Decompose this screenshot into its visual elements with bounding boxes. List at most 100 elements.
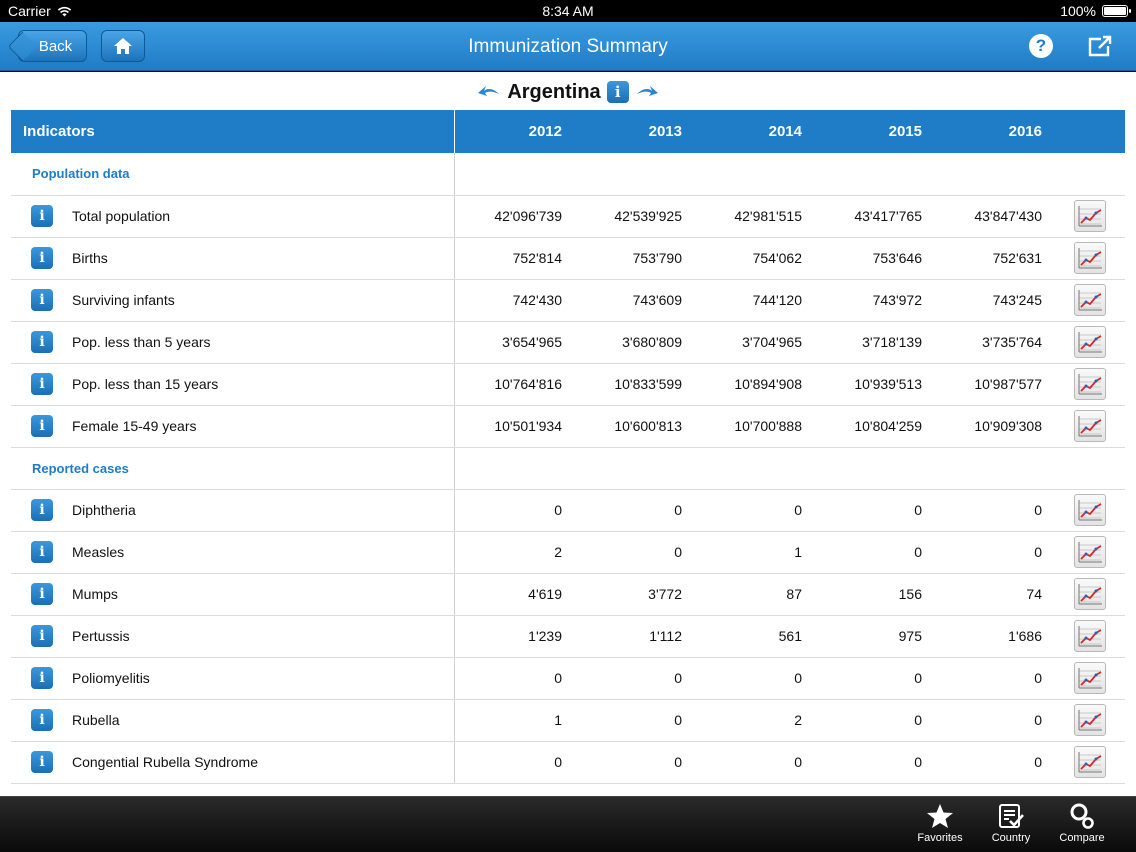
country-selector: Argentina i [0,78,1136,106]
section-row: Reported cases [11,447,1125,490]
value-cell: 4'619 [454,573,574,616]
table-row: i Diphtheria 0 0 0 0 0 [11,489,1125,532]
trend-chart-button[interactable] [1073,704,1106,736]
value-cell: 1'112 [574,615,694,658]
tab-country[interactable]: Country [975,803,1047,844]
trend-chart-button[interactable] [1073,326,1106,358]
value-cell: 43'847'430 [934,195,1054,238]
section-spacer [454,153,1125,196]
trend-chart-button[interactable] [1073,200,1106,232]
info-icon[interactable]: i [31,667,53,689]
trend-chart-button[interactable] [1073,662,1106,694]
info-icon[interactable]: i [31,415,53,437]
trend-cell [1054,279,1125,322]
trend-chart-icon [1078,584,1102,605]
value-cell: 42'981'515 [694,195,814,238]
value-cell: 10'909'308 [934,405,1054,448]
trend-chart-icon [1078,206,1102,227]
indicator-cell: i Congential Rubella Syndrome [11,741,455,784]
indicator-label: Poliomyelitis [72,670,150,686]
info-icon[interactable]: i [31,499,53,521]
trend-chart-icon [1078,626,1102,647]
year-header: 2016 [934,110,1054,153]
info-icon[interactable]: i [31,709,53,731]
trend-chart-button[interactable] [1073,242,1106,274]
trend-chart-button[interactable] [1073,410,1106,442]
indicator-cell: i Pop. less than 5 years [11,321,455,364]
share-button[interactable] [1087,34,1113,58]
info-icon[interactable]: i [31,541,53,563]
trend-chart-icon [1078,710,1102,731]
tab-label: Compare [1059,832,1105,844]
section-spacer [454,447,1125,490]
indicator-cell: i Surviving infants [11,279,455,322]
indicator-cell: i Pop. less than 15 years [11,363,455,406]
trend-chart-button[interactable] [1073,284,1106,316]
trend-chart-button[interactable] [1073,620,1106,652]
indicator-label: Measles [72,544,125,560]
tab-bar: Favorites Country Compare [0,796,1136,852]
clipboard-check-icon [999,804,1024,828]
help-button[interactable]: ? [1029,34,1053,58]
tab-compare[interactable]: Compare [1046,803,1118,844]
trend-chart-button[interactable] [1073,494,1106,526]
country-info-icon[interactable]: i [606,81,629,103]
battery-percent: 100% [1060,3,1096,19]
info-icon[interactable]: i [31,583,53,605]
info-icon[interactable]: i [31,625,53,647]
trend-chart-button[interactable] [1073,578,1106,610]
info-icon[interactable]: i [31,289,53,311]
value-cell: 742'430 [454,279,574,322]
value-cell: 3'735'764 [934,321,1054,364]
value-cell: 752'631 [934,237,1054,280]
value-cell: 3'772 [574,573,694,616]
value-cell: 10'804'259 [814,405,934,448]
value-cell: 1 [454,699,574,742]
trend-chart-icon [1078,752,1102,773]
battery-icon [1102,5,1131,17]
info-icon[interactable]: i [31,331,53,353]
next-country-arrow-icon[interactable] [635,83,659,101]
indicator-cell: i Female 15-49 years [11,405,455,448]
tab-label: Favorites [917,832,963,844]
info-icon[interactable]: i [31,751,53,773]
info-icon[interactable]: i [31,247,53,269]
value-cell: 743'609 [574,279,694,322]
value-cell: 0 [574,657,694,700]
table-row: i Pertussis 1'239 1'112 561 975 1'686 [11,615,1125,658]
indicator-label: Total population [72,208,171,224]
value-cell: 0 [814,741,934,784]
value-cell: 0 [814,531,934,574]
trend-cell [1054,321,1125,364]
value-cell: 743'972 [814,279,934,322]
indicator-label: Births [72,250,108,266]
table-row: i Female 15-49 years 10'501'934 10'600'813 1… [11,405,1125,448]
trend-chart-button[interactable] [1073,536,1106,568]
indicator-cell: i Births [11,237,455,280]
value-cell: 753'790 [574,237,694,280]
info-icon[interactable]: i [31,373,53,395]
trend-chart-button[interactable] [1073,746,1106,778]
table-row: i Congential Rubella Syndrome 0 0 0 0 0 [11,741,1125,784]
tab-favorites[interactable]: Favorites [904,803,976,844]
indicator-cell: i Measles [11,531,455,574]
year-header: 2015 [814,110,934,153]
previous-country-arrow-icon[interactable] [477,83,501,101]
value-cell: 3'680'809 [574,321,694,364]
value-cell: 0 [574,489,694,532]
info-icon[interactable]: i [31,205,53,227]
value-cell: 10'764'816 [454,363,574,406]
value-cell: 0 [814,699,934,742]
trend-cell [1054,573,1125,616]
value-cell: 10'833'599 [574,363,694,406]
value-cell: 0 [574,741,694,784]
trend-chart-icon [1078,668,1102,689]
value-cell: 156 [814,573,934,616]
section-title: Reported cases [11,447,455,490]
trend-chart-button[interactable] [1073,368,1106,400]
year-header: 2012 [454,110,574,153]
clock: 8:34 AM [542,3,594,19]
table-row: i Births 752'814 753'790 754'062 753'646 752'6… [11,237,1125,280]
status-bar: Carrier 8:34 AM 100% [0,0,1136,22]
trend-cell [1054,489,1125,532]
